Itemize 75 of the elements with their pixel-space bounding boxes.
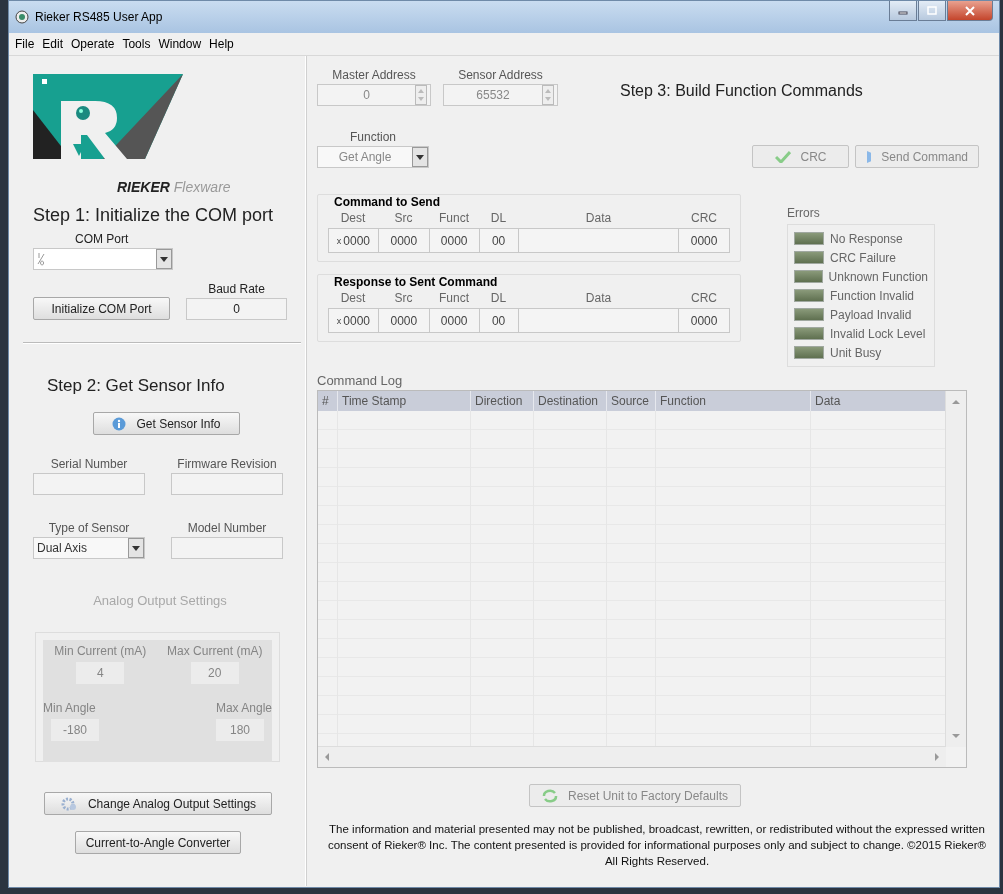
error-label: Unknown Function <box>828 269 928 284</box>
disclaimer-text: The information and material presented may not be published, broadcast, rewritten, or redistributed without the expressed written consent of Rieker® Inc. The content presented is provided for informational purposes only and subject to change. ©2015 Rieker® All Rights Reserved. <box>326 822 988 869</box>
sensor-type-dropdown[interactable]: Dual Axis <box>33 537 145 559</box>
menu-item[interactable]: Help <box>209 37 234 51</box>
error-label: CRC Failure <box>830 250 896 265</box>
column-label: CRC <box>690 291 718 305</box>
gear-icon <box>59 795 78 812</box>
column-label: Funct <box>438 291 470 305</box>
section-label: Analog Output Settings <box>92 593 228 608</box>
field-label: Firmware Revision <box>177 457 277 471</box>
io-icon <box>37 252 45 266</box>
field-label: Baud Rate <box>208 282 265 296</box>
baud-rate-field: 0 <box>186 298 287 320</box>
field-label: Type of Sensor <box>48 521 130 535</box>
close-icon <box>965 5 975 16</box>
column-label: Src <box>393 211 414 225</box>
close-button[interactable] <box>947 1 993 21</box>
error-label: Invalid Lock Level <box>830 326 926 341</box>
column-label: Data <box>584 211 613 225</box>
text-field[interactable] <box>33 473 145 495</box>
error-label: Payload Invalid <box>830 307 912 322</box>
app-icon <box>15 10 29 24</box>
action-button[interactable]: Current-to-Angle Converter <box>74 831 242 854</box>
maximize-icon <box>927 6 937 15</box>
column-label: Data <box>584 291 613 305</box>
field-label: Function <box>350 130 396 144</box>
minimize-button[interactable] <box>889 1 917 21</box>
field-label: Max Angle <box>215 701 272 715</box>
horizontal-scrollbar[interactable] <box>318 746 946 767</box>
checkmark-icon <box>774 150 791 163</box>
error-label: No Response <box>830 231 903 246</box>
section-label: Errors <box>787 206 820 220</box>
group-title: Command to Send <box>334 195 441 209</box>
maximize-button[interactable] <box>918 1 946 21</box>
text-field[interactable] <box>171 473 283 495</box>
menu-item[interactable]: Window <box>158 37 202 51</box>
vertical-scrollbar[interactable] <box>945 391 966 747</box>
field-label: Min Current (mA) <box>54 644 147 658</box>
section-title: Step 2: Get Sensor Info <box>47 376 226 396</box>
action-button[interactable]: Change Analog Output Settings <box>44 792 272 815</box>
info-icon <box>112 416 127 431</box>
scroll-right-icon[interactable] <box>934 753 940 761</box>
column-label: Funct <box>438 211 470 225</box>
text-field[interactable] <box>171 537 283 559</box>
field-label: Model Number <box>187 521 267 535</box>
section-title: Step 3: Build Function Commands <box>620 82 863 100</box>
column-label: CRC <box>690 211 718 225</box>
get-sensor-info-button[interactable]: Get Sensor Info <box>93 412 240 435</box>
column-label: Src <box>393 291 414 305</box>
menu-item[interactable]: Operate <box>71 37 115 51</box>
field-label: Min Angle <box>43 701 96 715</box>
section-label: Command Log <box>317 373 404 388</box>
column-label: Dest <box>339 291 367 305</box>
section-title: Step 1: Initialize the COM port <box>33 205 275 226</box>
menu-item[interactable]: File <box>15 37 35 51</box>
initialize-button[interactable]: Initialize COM Port <box>33 297 170 320</box>
refresh-icon <box>541 788 558 803</box>
scroll-down-icon[interactable] <box>952 733 960 739</box>
field-label: Master Address <box>332 68 416 82</box>
column-label: DL <box>489 291 508 305</box>
field-label: Serial Number <box>50 457 128 471</box>
field-label: COM Port <box>75 232 130 246</box>
scroll-up-icon[interactable] <box>952 399 960 405</box>
column-label: DL <box>489 211 508 225</box>
column-label: Dest <box>339 211 367 225</box>
scroll-left-icon[interactable] <box>324 753 330 761</box>
error-label: Unit Busy <box>830 345 882 360</box>
menu-item[interactable]: Edit <box>42 37 64 51</box>
field-label: Sensor Address <box>458 68 543 82</box>
logo-wordmark: RIEKER Flexware <box>117 179 232 195</box>
group-title: Response to Sent Command <box>334 275 499 289</box>
menu-item[interactable]: Tools <box>122 37 151 51</box>
window-title: Rieker RS485 User App <box>35 10 164 24</box>
field-label: Max Current (mA) <box>167 644 263 658</box>
error-label: Function Invalid <box>830 288 915 303</box>
